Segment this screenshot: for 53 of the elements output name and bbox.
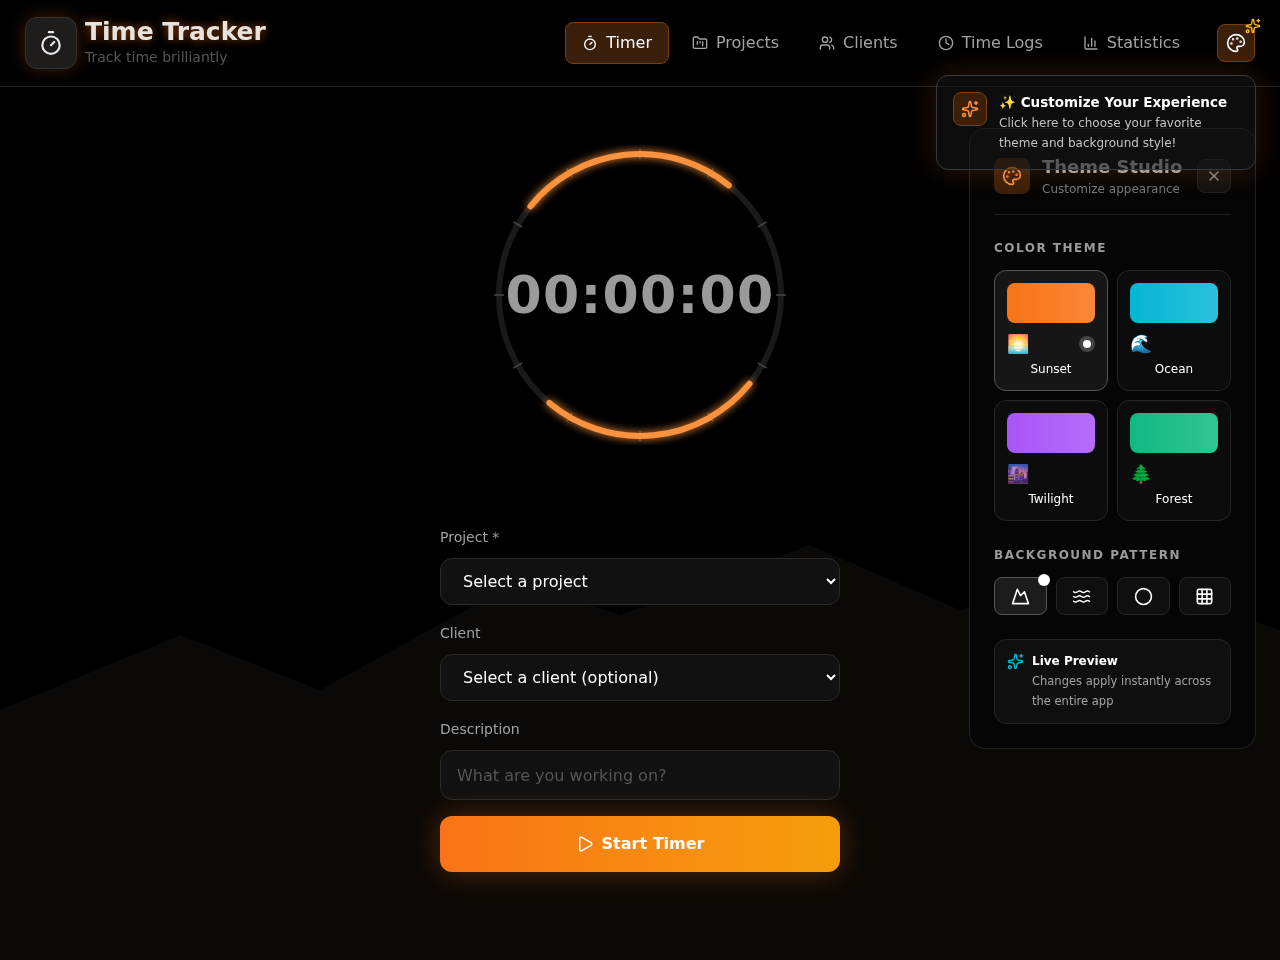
sparkles-icon [961,100,979,118]
palette-icon [1226,33,1246,53]
app-title: Time Tracker [85,17,266,47]
folder-icon [691,35,708,51]
nav-tab[interactable]: Clients [802,22,915,64]
users-icon [819,35,836,51]
panel-subtitle: Customize appearance [1042,181,1181,198]
clock-icon [937,35,954,51]
theme-name: Ocean [1154,361,1194,378]
field-label: Project * [440,528,501,547]
theme-emoji: 🌲 [1130,465,1152,483]
project-select[interactable]: Select a project [440,558,840,605]
sparkles-icon [1007,653,1024,670]
selected-indicator-icon [1079,336,1095,352]
theme-card[interactable]: 🌲 Forest [1117,400,1231,521]
circle-icon [1133,586,1153,606]
stopwatch-icon [582,35,599,51]
bar-chart-icon [1082,35,1099,51]
sparkles-icon [1245,18,1261,34]
pattern-button[interactable] [1117,577,1170,615]
section-heading: BACKGROUND PATTERN [994,547,1182,564]
theme-name: Forest [1155,491,1193,508]
theme-emoji: 🌊 [1130,335,1152,353]
field-label: Client [440,624,482,643]
pattern-button[interactable] [1178,577,1231,615]
theme-emoji: 🌆 [1007,465,1029,483]
stopwatch-icon [38,30,64,56]
nav-tab[interactable]: Timer [565,22,669,64]
live-preview-text: Changes apply instantly across the entire app [1032,673,1213,710]
description-field[interactable]: What are you working on? [440,750,840,800]
theme-name: Sunset [1030,361,1072,378]
theme-card[interactable]: 🌊 Ocean [1117,270,1231,391]
nav-tab[interactable]: Statistics [1065,22,1197,64]
nav-tab[interactable]: Projects [674,22,797,64]
section-heading: COLOR THEME [994,240,1108,257]
app-subtitle: Track time brilliantly [85,48,229,67]
theme-name: Twilight [1028,491,1074,508]
tooltip-text: Click here to choose your favorite theme and background style! [999,115,1203,153]
live-preview-title: Live Preview [1032,653,1119,670]
timer-display: 00:00:00 [505,264,775,327]
pattern-button[interactable] [1055,577,1108,615]
theme-button[interactable] [1217,24,1255,62]
pattern-button[interactable] [994,577,1047,615]
field-label: Description [440,720,521,739]
palette-icon [1002,165,1022,186]
tooltip-title: ✨ Customize Your Experience [999,93,1229,112]
client-select[interactable]: Select a client (optional) [440,654,840,701]
mountain-icon [1010,586,1030,606]
nav-tab[interactable]: Time Logs [920,22,1060,64]
theme-card[interactable]: 🌆 Twilight [994,400,1108,521]
grid-icon [1195,586,1215,606]
theme-emoji: 🌅 [1007,335,1029,353]
theme-card[interactable]: 🌅 Sunset [994,270,1108,391]
